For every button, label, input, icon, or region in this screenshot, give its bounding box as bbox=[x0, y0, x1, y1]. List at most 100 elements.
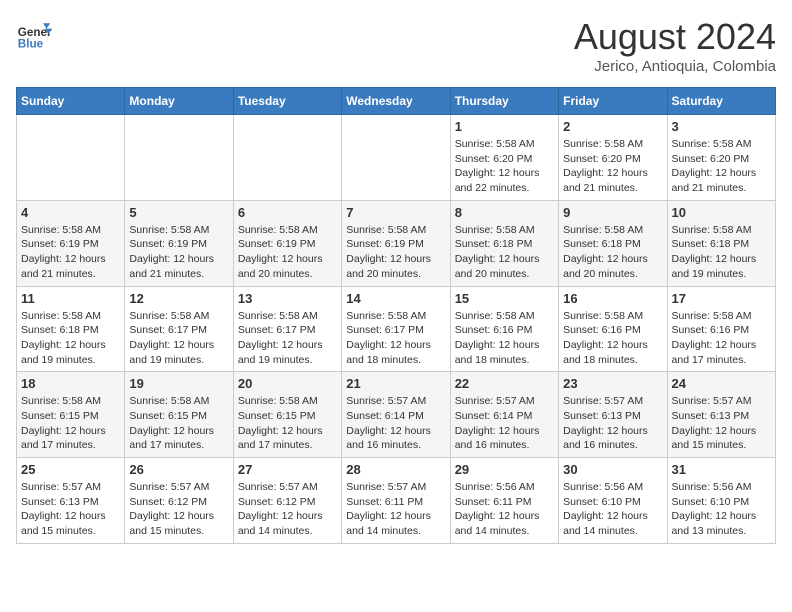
day-info: Sunrise: 5:58 AM Sunset: 6:16 PM Dayligh… bbox=[672, 309, 771, 368]
day-number: 6 bbox=[238, 205, 337, 220]
calendar-cell bbox=[125, 115, 233, 201]
day-number: 20 bbox=[238, 376, 337, 391]
calendar-cell: 29 Sunrise: 5:56 AM Sunset: 6:11 PM Dayli… bbox=[450, 458, 558, 544]
day-number: 5 bbox=[129, 205, 228, 220]
day-info: Sunrise: 5:56 AM Sunset: 6:10 PM Dayligh… bbox=[563, 480, 662, 539]
day-info: Sunrise: 5:58 AM Sunset: 6:17 PM Dayligh… bbox=[346, 309, 445, 368]
day-number: 11 bbox=[21, 291, 120, 306]
calendar-cell: 1 Sunrise: 5:58 AM Sunset: 6:20 PM Daylig… bbox=[450, 115, 558, 201]
day-number: 24 bbox=[672, 376, 771, 391]
day-info: Sunrise: 5:58 AM Sunset: 6:16 PM Dayligh… bbox=[563, 309, 662, 368]
day-info: Sunrise: 5:58 AM Sunset: 6:19 PM Dayligh… bbox=[346, 223, 445, 282]
day-number: 10 bbox=[672, 205, 771, 220]
calendar-cell bbox=[233, 115, 341, 201]
day-number: 22 bbox=[455, 376, 554, 391]
day-number: 23 bbox=[563, 376, 662, 391]
day-info: Sunrise: 5:58 AM Sunset: 6:15 PM Dayligh… bbox=[129, 394, 228, 453]
day-number: 27 bbox=[238, 462, 337, 477]
day-info: Sunrise: 5:58 AM Sunset: 6:17 PM Dayligh… bbox=[129, 309, 228, 368]
calendar-cell: 30 Sunrise: 5:56 AM Sunset: 6:10 PM Dayli… bbox=[559, 458, 667, 544]
day-number: 29 bbox=[455, 462, 554, 477]
calendar-cell: 3 Sunrise: 5:58 AM Sunset: 6:20 PM Daylig… bbox=[667, 115, 775, 201]
week-row-2: 4 Sunrise: 5:58 AM Sunset: 6:19 PM Daylig… bbox=[17, 200, 776, 286]
day-number: 19 bbox=[129, 376, 228, 391]
day-info: Sunrise: 5:57 AM Sunset: 6:14 PM Dayligh… bbox=[346, 394, 445, 453]
calendar-cell: 9Sunrise: 5:58 AM Sunset: 6:18 PM Daylig… bbox=[559, 200, 667, 286]
day-number: 17 bbox=[672, 291, 771, 306]
calendar-cell: 8 Sunrise: 5:58 AM Sunset: 6:18 PM Daylig… bbox=[450, 200, 558, 286]
calendar-cell: 22 Sunrise: 5:57 AM Sunset: 6:14 PM Dayli… bbox=[450, 372, 558, 458]
day-info: Sunrise: 5:58 AM Sunset: 6:18 PM Dayligh… bbox=[455, 223, 554, 282]
calendar-table: SundayMondayTuesdayWednesdayThursdayFrid… bbox=[16, 87, 776, 544]
day-number: 18 bbox=[21, 376, 120, 391]
calendar-cell: 25 Sunrise: 5:57 AM Sunset: 6:13 PM Dayli… bbox=[17, 458, 125, 544]
day-number: 21 bbox=[346, 376, 445, 391]
page-subtitle: Jerico, Antioquia, Colombia bbox=[574, 58, 776, 75]
day-number: 16 bbox=[563, 291, 662, 306]
calendar-cell: 16 Sunrise: 5:58 AM Sunset: 6:16 PM Dayli… bbox=[559, 286, 667, 372]
day-number: 13 bbox=[238, 291, 337, 306]
day-number: 30 bbox=[563, 462, 662, 477]
day-info: Sunrise: 5:56 AM Sunset: 6:11 PM Dayligh… bbox=[455, 480, 554, 539]
weekday-header-row: SundayMondayTuesdayWednesdayThursdayFrid… bbox=[17, 88, 776, 115]
day-number: 8 bbox=[455, 205, 554, 220]
calendar-cell: 28Sunrise: 5:57 AM Sunset: 6:11 PM Dayli… bbox=[342, 458, 450, 544]
day-info: Sunrise: 5:58 AM Sunset: 6:20 PM Dayligh… bbox=[455, 137, 554, 196]
day-info: Sunrise: 5:58 AM Sunset: 6:20 PM Dayligh… bbox=[672, 137, 771, 196]
weekday-header-wednesday: Wednesday bbox=[342, 88, 450, 115]
week-row-5: 25 Sunrise: 5:57 AM Sunset: 6:13 PM Dayli… bbox=[17, 458, 776, 544]
calendar-cell: 19 Sunrise: 5:58 AM Sunset: 6:15 PM Dayli… bbox=[125, 372, 233, 458]
day-number: 7 bbox=[346, 205, 445, 220]
weekday-header-monday: Monday bbox=[125, 88, 233, 115]
calendar-cell: 27 Sunrise: 5:57 AM Sunset: 6:12 PM Dayli… bbox=[233, 458, 341, 544]
page-header: General Blue August 2024 Jerico, Antioqu… bbox=[16, 16, 776, 75]
logo-icon: General Blue bbox=[16, 16, 52, 52]
weekday-header-saturday: Saturday bbox=[667, 88, 775, 115]
day-info: Sunrise: 5:58 AM Sunset: 6:17 PM Dayligh… bbox=[238, 309, 337, 368]
day-info: Sunrise: 5:58 AM Sunset: 6:15 PM Dayligh… bbox=[238, 394, 337, 453]
calendar-cell: 14 Sunrise: 5:58 AM Sunset: 6:17 PM Dayli… bbox=[342, 286, 450, 372]
calendar-cell: 20 Sunrise: 5:58 AM Sunset: 6:15 PM Dayli… bbox=[233, 372, 341, 458]
day-number: 3 bbox=[672, 119, 771, 134]
weekday-header-sunday: Sunday bbox=[17, 88, 125, 115]
day-info: Sunrise: 5:58 AM Sunset: 6:18 PM Dayligh… bbox=[21, 309, 120, 368]
day-info: Sunrise: 5:57 AM Sunset: 6:14 PM Dayligh… bbox=[455, 394, 554, 453]
day-info: Sunrise: 5:58 AM Sunset: 6:19 PM Dayligh… bbox=[21, 223, 120, 282]
day-number: 28 bbox=[346, 462, 445, 477]
week-row-3: 11 Sunrise: 5:58 AM Sunset: 6:18 PM Dayli… bbox=[17, 286, 776, 372]
calendar-cell: 17 Sunrise: 5:58 AM Sunset: 6:16 PM Dayli… bbox=[667, 286, 775, 372]
title-block: August 2024 Jerico, Antioquia, Colombia bbox=[574, 16, 776, 75]
day-info: Sunrise: 5:58 AM Sunset: 6:20 PM Dayligh… bbox=[563, 137, 662, 196]
calendar-cell: 7 Sunrise: 5:58 AM Sunset: 6:19 PM Daylig… bbox=[342, 200, 450, 286]
calendar-cell: 21 Sunrise: 5:57 AM Sunset: 6:14 PM Dayli… bbox=[342, 372, 450, 458]
day-info: Sunrise: 5:57 AM Sunset: 6:13 PM Dayligh… bbox=[672, 394, 771, 453]
page-title: August 2024 bbox=[574, 16, 776, 58]
day-info: Sunrise: 5:57 AM Sunset: 6:13 PM Dayligh… bbox=[563, 394, 662, 453]
day-number: 25 bbox=[21, 462, 120, 477]
day-number: 26 bbox=[129, 462, 228, 477]
calendar-cell: 18Sunrise: 5:58 AM Sunset: 6:15 PM Dayli… bbox=[17, 372, 125, 458]
day-number: 14 bbox=[346, 291, 445, 306]
calendar-cell: 10Sunrise: 5:58 AM Sunset: 6:18 PM Dayli… bbox=[667, 200, 775, 286]
day-number: 1 bbox=[455, 119, 554, 134]
calendar-cell: 2 Sunrise: 5:58 AM Sunset: 6:20 PM Daylig… bbox=[559, 115, 667, 201]
calendar-cell: 26 Sunrise: 5:57 AM Sunset: 6:12 PM Dayli… bbox=[125, 458, 233, 544]
calendar-cell: 5Sunrise: 5:58 AM Sunset: 6:19 PM Daylig… bbox=[125, 200, 233, 286]
calendar-cell: 23 Sunrise: 5:57 AM Sunset: 6:13 PM Dayli… bbox=[559, 372, 667, 458]
day-number: 31 bbox=[672, 462, 771, 477]
day-info: Sunrise: 5:57 AM Sunset: 6:13 PM Dayligh… bbox=[21, 480, 120, 539]
calendar-cell: 11 Sunrise: 5:58 AM Sunset: 6:18 PM Dayli… bbox=[17, 286, 125, 372]
svg-text:Blue: Blue bbox=[18, 38, 44, 51]
day-number: 9 bbox=[563, 205, 662, 220]
day-number: 4 bbox=[21, 205, 120, 220]
calendar-cell: 31 Sunrise: 5:56 AM Sunset: 6:10 PM Dayli… bbox=[667, 458, 775, 544]
day-number: 2 bbox=[563, 119, 662, 134]
calendar-cell: 4 Sunrise: 5:58 AM Sunset: 6:19 PM Daylig… bbox=[17, 200, 125, 286]
day-info: Sunrise: 5:56 AM Sunset: 6:10 PM Dayligh… bbox=[672, 480, 771, 539]
calendar-cell bbox=[17, 115, 125, 201]
day-number: 15 bbox=[455, 291, 554, 306]
day-info: Sunrise: 5:57 AM Sunset: 6:12 PM Dayligh… bbox=[238, 480, 337, 539]
week-row-1: 1 Sunrise: 5:58 AM Sunset: 6:20 PM Daylig… bbox=[17, 115, 776, 201]
day-info: Sunrise: 5:57 AM Sunset: 6:12 PM Dayligh… bbox=[129, 480, 228, 539]
day-info: Sunrise: 5:58 AM Sunset: 6:19 PM Dayligh… bbox=[238, 223, 337, 282]
